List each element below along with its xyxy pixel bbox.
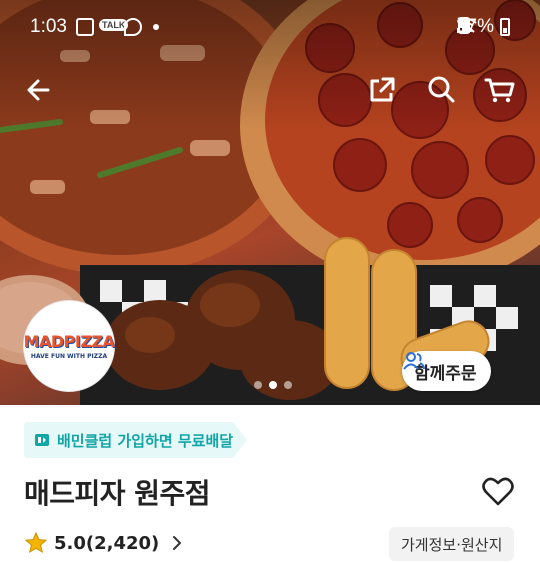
gallery-notification-icon [76, 18, 94, 36]
battery-icon [500, 18, 510, 36]
group-order-button[interactable]: 함께주문 [402, 351, 491, 391]
arrow-left-icon [27, 79, 50, 101]
carousel-indicator [254, 381, 292, 389]
search-icon [428, 76, 455, 103]
favorite-button[interactable] [481, 476, 515, 508]
carousel-dot [254, 381, 262, 389]
share-icon [370, 77, 395, 102]
logo-brand-text: MADPIZZA [23, 332, 115, 351]
promo-label: 배민클럽 가입하면 무료배달 [57, 431, 234, 450]
store-hero-image[interactable]: 1:03 TALK 37% MADPIZZA HAVE FUN WITH PIZ… [0, 0, 540, 405]
share-button[interactable] [362, 70, 402, 110]
baemin-club-promo-banner[interactable]: 배민클럽 가입하면 무료배달 [24, 422, 248, 458]
rating-link[interactable]: 5.0(2,420) [24, 531, 183, 555]
club-badge-icon [35, 434, 49, 446]
star-icon [24, 531, 48, 554]
store-logo: MADPIZZA HAVE FUN WITH PIZZA [23, 300, 115, 392]
cart-button[interactable] [480, 70, 520, 110]
map-notification-icon [124, 18, 142, 36]
signal-icon [456, 20, 470, 33]
chevron-right-icon [173, 536, 182, 550]
people-icon [403, 352, 425, 370]
status-right-group: 37% [456, 16, 510, 38]
heart-icon [482, 477, 514, 506]
status-bar: 1:03 TALK 37% [0, 0, 540, 54]
search-button[interactable] [422, 70, 462, 110]
carousel-dot-active [269, 381, 277, 389]
status-time: 1:03 [30, 16, 67, 37]
store-name: 매드피자 원주점 [24, 477, 211, 510]
store-info-button[interactable]: 가게정보·원산지 [389, 527, 515, 561]
more-notifications-dot-icon [153, 24, 159, 30]
carousel-dot [284, 381, 292, 389]
rating-value: 5.0(2,420) [54, 532, 160, 554]
logo-tagline: HAVE FUN WITH PIZZA [30, 353, 108, 360]
cart-icon [484, 78, 515, 103]
back-button[interactable] [20, 70, 60, 110]
